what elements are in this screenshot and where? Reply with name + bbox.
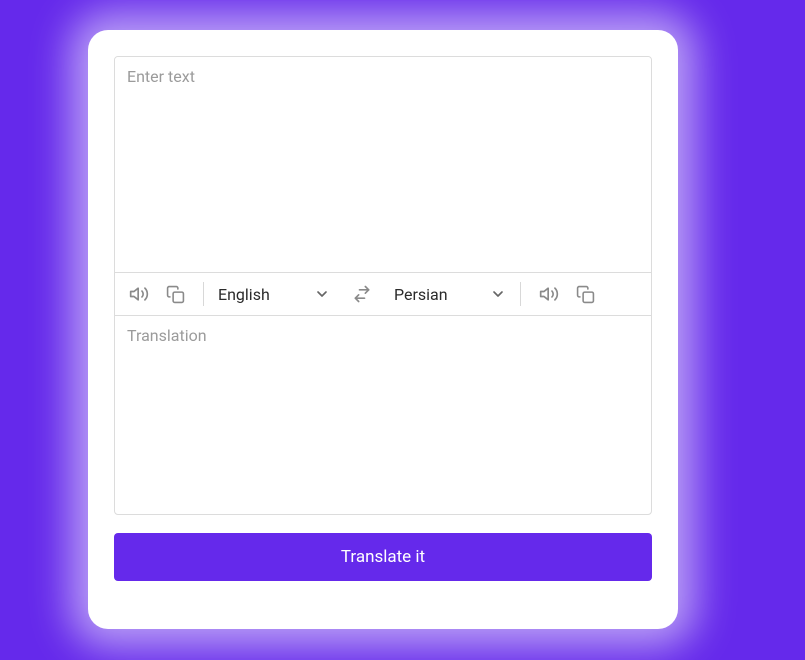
target-language-label: Persian [394, 285, 448, 304]
source-text-input[interactable] [115, 57, 651, 272]
source-language-select[interactable]: English [218, 285, 330, 304]
divider [520, 282, 521, 306]
speak-source-button[interactable] [125, 280, 153, 308]
translator-panel: English Persian [114, 56, 652, 515]
translate-button[interactable]: Translate it [114, 533, 652, 581]
target-language-select[interactable]: Persian [394, 285, 506, 304]
speak-target-button[interactable] [535, 280, 563, 308]
translation-output: Translation [115, 316, 651, 514]
chevron-down-icon [314, 286, 330, 302]
chevron-down-icon [490, 286, 506, 302]
speaker-icon [129, 284, 149, 304]
copy-icon [576, 285, 595, 304]
copy-icon [166, 285, 185, 304]
divider [203, 282, 204, 306]
translator-card: English Persian [88, 30, 678, 629]
swap-icon [352, 284, 372, 304]
translation-placeholder: Translation [127, 326, 207, 345]
source-language-label: English [218, 285, 270, 304]
swap-languages-button[interactable] [352, 284, 372, 304]
speaker-icon [539, 284, 559, 304]
copy-target-button[interactable] [571, 280, 599, 308]
control-bar: English Persian [115, 272, 651, 316]
copy-source-button[interactable] [161, 280, 189, 308]
